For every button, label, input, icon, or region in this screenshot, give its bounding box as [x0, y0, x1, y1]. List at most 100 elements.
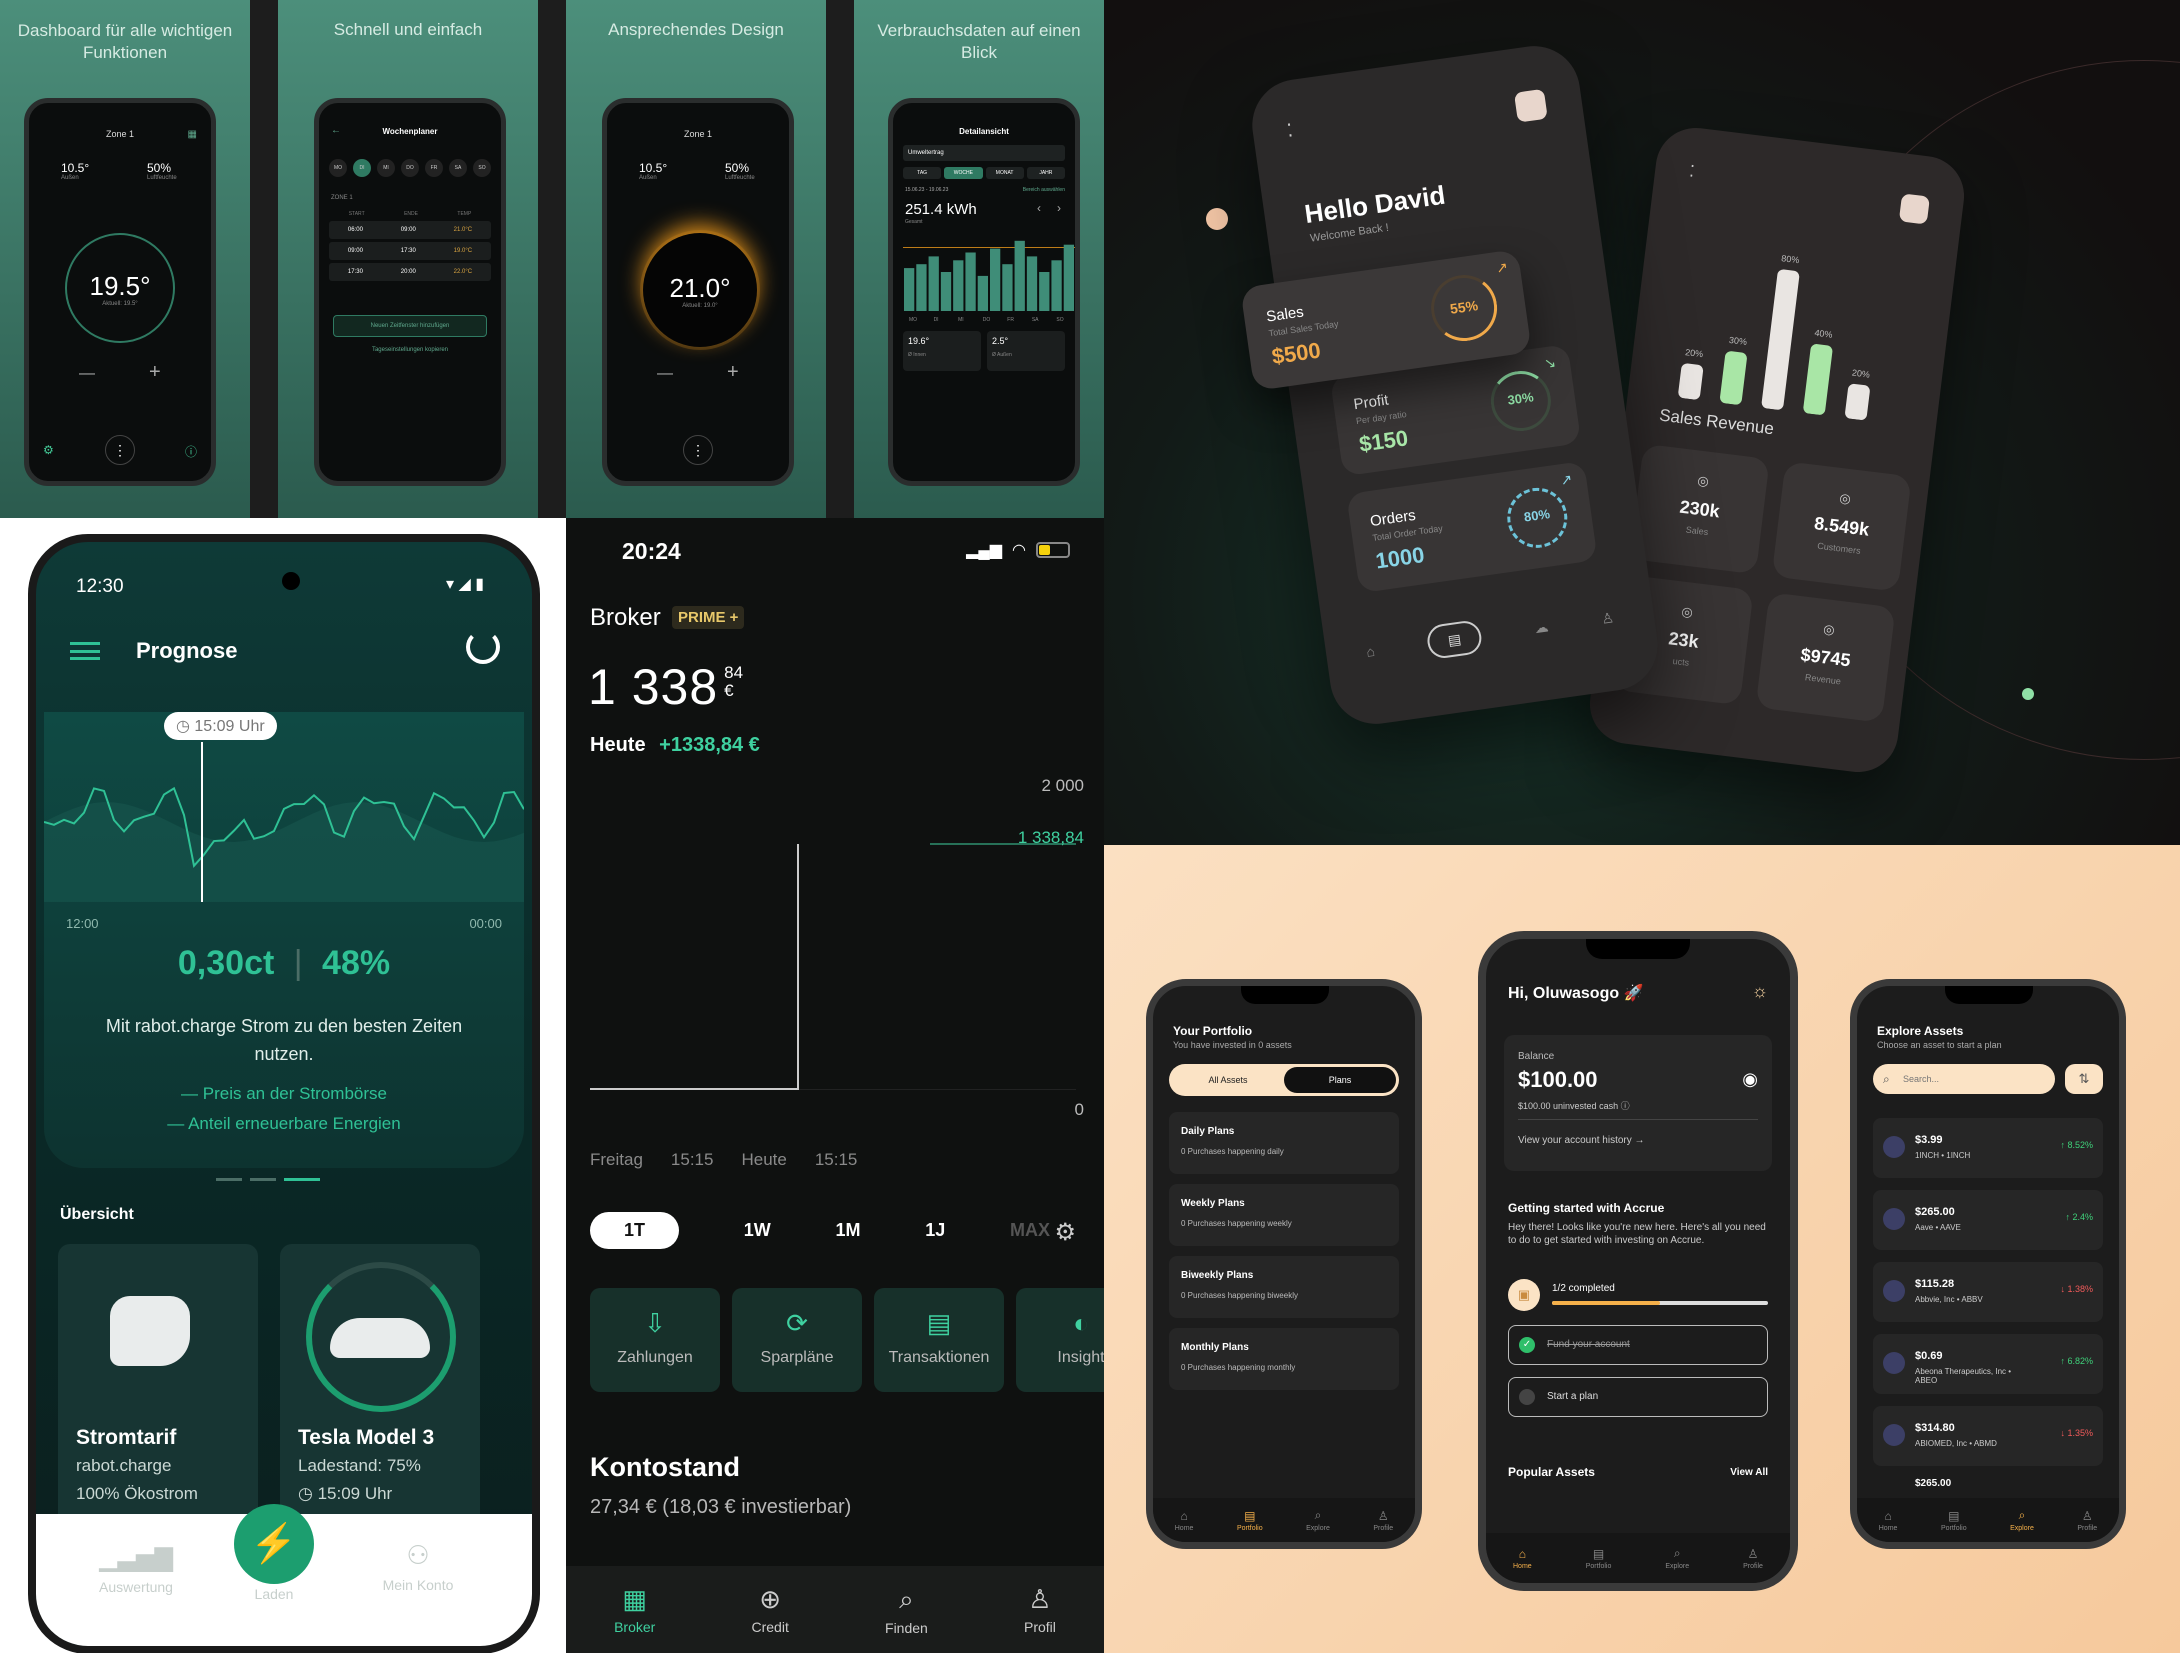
- search-field[interactable]: ⌕ Search...: [1873, 1064, 2055, 1094]
- plus-button[interactable]: +: [727, 361, 739, 384]
- sun-icon[interactable]: ☼: [1752, 981, 1769, 1002]
- range-1j[interactable]: 1J: [925, 1220, 945, 1241]
- metric-select[interactable]: Umweltertrag: [903, 145, 1065, 161]
- prime-badge[interactable]: PRIME +: [672, 606, 745, 629]
- menu-icon[interactable]: [70, 642, 100, 660]
- car-card[interactable]: Tesla Model 3 Ladestand: 75% ◷ 15:09 Uhr: [280, 1244, 480, 1544]
- task-fund[interactable]: ✓ Fund your account: [1508, 1325, 1768, 1365]
- nav-home[interactable]: ⌂ Home: [1513, 1547, 1532, 1570]
- avatar[interactable]: [1898, 193, 1931, 225]
- cloud-icon[interactable]: ☁: [1533, 618, 1549, 637]
- range-1m[interactable]: 1M: [835, 1220, 860, 1241]
- asset-row[interactable]: $265.00 Aave • AAVE ↑ 2.4%: [1873, 1190, 2103, 1250]
- refresh-icon[interactable]: [466, 630, 500, 664]
- chevron-left-icon[interactable]: ‹: [1037, 201, 1041, 215]
- asset-row[interactable]: $0.69 Abeona Therapeutics, Inc • ABEO ↑ 6.…: [1873, 1334, 2103, 1394]
- day-chip[interactable]: MI: [377, 159, 395, 177]
- filter-icon[interactable]: ⇅: [2065, 1064, 2103, 1094]
- nav-portfolio[interactable]: ▤ Portfolio: [1237, 1509, 1263, 1532]
- chevron-right-icon[interactable]: ›: [1057, 201, 1061, 215]
- settings-gear-icon[interactable]: ⚙: [1054, 1218, 1076, 1247]
- table-row[interactable]: 09:00 17:30 19.0°C: [329, 242, 491, 260]
- nav-broker[interactable]: ▦ Broker: [614, 1584, 655, 1635]
- info-icon[interactable]: ⓘ: [185, 443, 197, 460]
- nav-profile[interactable]: ♙ Profile: [1743, 1547, 1763, 1570]
- range-1w[interactable]: 1W: [744, 1220, 771, 1241]
- table-row[interactable]: 06:00 09:00 21.0°C: [329, 221, 491, 239]
- nav-credit[interactable]: ⊕ Credit: [751, 1584, 788, 1635]
- action-1[interactable]: ⟳ Sparpläne: [732, 1288, 862, 1392]
- range-max[interactable]: MAX: [1010, 1220, 1050, 1241]
- nav-explore[interactable]: ⌕ Explore: [1665, 1546, 1689, 1570]
- day-chip[interactable]: MO: [329, 159, 347, 177]
- orders-card[interactable]: Orders Total Order Today 1000 80% ↗: [1346, 460, 1598, 594]
- nav-konto[interactable]: ⚇ Mein Konto: [358, 1540, 478, 1593]
- minus-button[interactable]: —: [657, 365, 673, 383]
- nav-laden[interactable]: ⚡ Laden: [224, 1504, 324, 1602]
- range-1t[interactable]: 1T: [590, 1212, 680, 1249]
- plan-card[interactable]: Monthly Plans 0 Purchases happening month…: [1169, 1328, 1399, 1390]
- nav-auswertung[interactable]: ▁▃▅▇ Auswertung: [76, 1544, 196, 1595]
- plan-card[interactable]: Daily Plans 0 Purchases happening daily: [1169, 1112, 1399, 1174]
- day-chip[interactable]: DI: [353, 159, 371, 177]
- promo-caption-4: Verbrauchsdaten auf einen Blick: [877, 21, 1081, 62]
- nav-profil[interactable]: ♙ Profil: [1024, 1584, 1056, 1635]
- more-icon[interactable]: ⋮: [105, 435, 135, 465]
- menu-dots-icon[interactable]: ⁚: [1688, 161, 1695, 181]
- day-chip[interactable]: SO: [473, 159, 491, 177]
- eye-icon[interactable]: ◉: [1742, 1069, 1758, 1090]
- task-plan[interactable]: Start a plan: [1508, 1377, 1768, 1417]
- add-slot-button[interactable]: Neuen Zeitfenster hinzufügen: [333, 315, 487, 337]
- avatar[interactable]: [1513, 88, 1548, 123]
- nav-portfolio[interactable]: ▤ Portfolio: [1941, 1509, 1967, 1532]
- stat-card[interactable]: ◎ 8.549k Customers: [1771, 461, 1912, 592]
- period-tab[interactable]: TAG: [903, 167, 942, 179]
- nav-profile[interactable]: ♙ Profile: [2077, 1509, 2097, 1532]
- plan-card[interactable]: Biweekly Plans 0 Purchases happening biwe…: [1169, 1256, 1399, 1318]
- plan-card[interactable]: Weekly Plans 0 Purchases happening weekly: [1169, 1184, 1399, 1246]
- tariff-card[interactable]: Stromtarif rabot.charge 100% Ökostrom: [58, 1244, 258, 1544]
- user-icon[interactable]: ♙: [1600, 609, 1615, 628]
- more-icon[interactable]: ⋮: [683, 435, 713, 465]
- period-tab[interactable]: WOCHE: [944, 167, 983, 179]
- grid-icon[interactable]: ▦: [188, 129, 197, 140]
- period-tab[interactable]: MONAT: [985, 167, 1024, 179]
- settings-icon[interactable]: ⚙: [43, 443, 54, 457]
- nav-portfolio[interactable]: ▤ Portfolio: [1586, 1547, 1612, 1570]
- nav-home[interactable]: ⌂ Home: [1175, 1509, 1194, 1532]
- compare-link[interactable]: Bereich auswählen: [1023, 187, 1065, 193]
- nav-explore[interactable]: ⌕ Explore: [2010, 1508, 2034, 1532]
- range-selector[interactable]: 1T 1W 1M 1J MAX: [590, 1212, 1050, 1249]
- nav-finden[interactable]: ⌕ Finden: [885, 1584, 928, 1636]
- home-icon[interactable]: ⌂: [1365, 643, 1376, 660]
- segment-control[interactable]: All Assets Plans: [1169, 1064, 1399, 1096]
- action-2[interactable]: ▤ Transaktionen: [874, 1288, 1004, 1392]
- asset-row[interactable]: $115.28 Abbvie, Inc • ABBV ↓ 1.38%: [1873, 1262, 2103, 1322]
- nav-profile[interactable]: ♙ Profile: [1373, 1509, 1393, 1532]
- day-chip[interactable]: FR: [425, 159, 443, 177]
- day-chip[interactable]: DO: [401, 159, 419, 177]
- nav-home[interactable]: ⌂ Home: [1879, 1509, 1898, 1532]
- action-3[interactable]: ◐ Insight: [1016, 1288, 1104, 1392]
- nav-explore[interactable]: ⌕ Explore: [1306, 1508, 1330, 1532]
- period-tab[interactable]: JAHR: [1026, 167, 1065, 179]
- stat-card[interactable]: ◎ 230k Sales: [1629, 443, 1770, 575]
- period-tabs[interactable]: TAG WOCHE MONAT JAHR: [903, 167, 1065, 179]
- history-link[interactable]: View your account history →: [1518, 1135, 1645, 1146]
- day-selector[interactable]: MO DI MI DO FR SA SO: [329, 159, 491, 177]
- day-chip[interactable]: SA: [449, 159, 467, 177]
- wallet-icon[interactable]: ▤: [1425, 618, 1484, 661]
- copy-settings-link[interactable]: Tageseinstellungen kopieren: [319, 347, 501, 353]
- plus-button[interactable]: +: [149, 361, 161, 384]
- stat-card[interactable]: ◎ $9745 Revenue: [1755, 592, 1896, 723]
- minus-button[interactable]: —: [79, 365, 95, 383]
- action-0[interactable]: ⇩ Zahlungen: [590, 1288, 720, 1392]
- asset-row[interactable]: $314.80 ABIOMED, Inc • ABMD ↓ 1.35%: [1873, 1406, 2103, 1466]
- menu-dots-icon[interactable]: ⁚: [1286, 120, 1295, 142]
- segment-plans[interactable]: Plans: [1284, 1067, 1396, 1093]
- view-all-link[interactable]: View All: [1730, 1467, 1768, 1478]
- table-row[interactable]: 17:30 20:00 22.0°C: [329, 263, 491, 281]
- segment-all-assets[interactable]: All Assets: [1172, 1067, 1284, 1093]
- asset-row[interactable]: $3.99 1INCH • 1INCH ↑ 8.52%: [1873, 1118, 2103, 1178]
- chart-bar: [928, 256, 939, 311]
